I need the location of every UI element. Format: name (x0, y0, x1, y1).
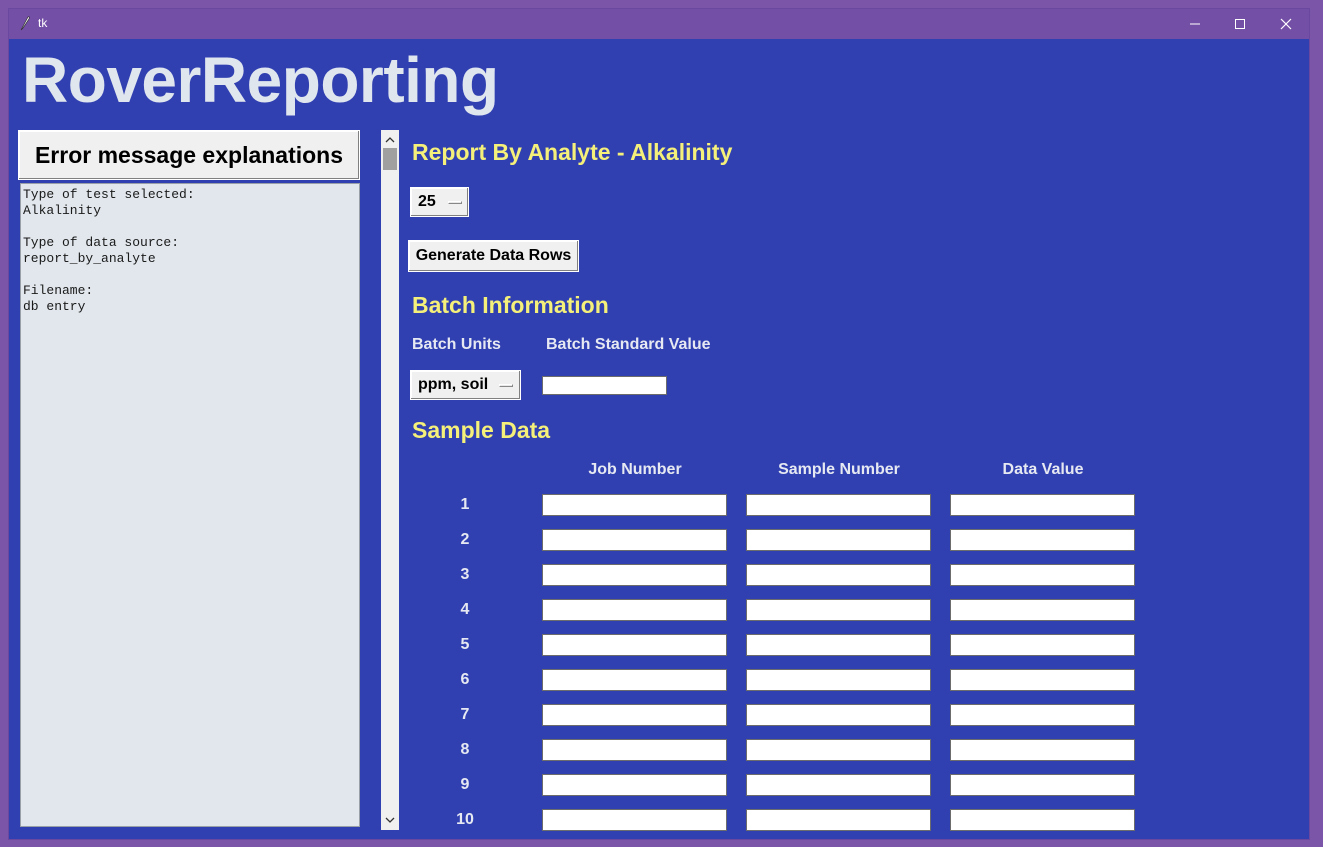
vertical-scrollbar[interactable] (381, 130, 399, 830)
row-number: 9 (460, 776, 470, 793)
sample-heading: Sample Data (412, 417, 551, 443)
scroll-down-button[interactable] (381, 812, 399, 828)
scroll-up-button[interactable] (381, 132, 399, 148)
data-value-input[interactable] (950, 774, 1135, 796)
col-data-value: Data Value (1002, 461, 1084, 478)
data-value-input[interactable] (950, 494, 1135, 516)
batch-heading: Batch Information (412, 292, 609, 318)
row-number: 4 (460, 601, 470, 618)
row-count-menu[interactable]: 25 (410, 187, 469, 217)
window-title: tk (38, 16, 48, 30)
sample-number-input[interactable] (746, 599, 931, 621)
row-number: 8 (460, 741, 470, 758)
data-value-input[interactable] (950, 529, 1135, 551)
close-icon (1280, 18, 1292, 30)
job-number-input[interactable] (542, 529, 727, 551)
feather-icon (20, 16, 30, 31)
sample-number-input[interactable] (746, 809, 931, 831)
sample-number-input[interactable] (746, 739, 931, 761)
row-number: 3 (460, 566, 470, 583)
error-explanations-button[interactable]: Error message explanations (18, 130, 360, 180)
minimize-icon (1190, 23, 1200, 25)
close-button[interactable] (1263, 9, 1309, 39)
data-value-input[interactable] (950, 669, 1135, 691)
job-number-input[interactable] (542, 739, 727, 761)
sample-number-input[interactable] (746, 669, 931, 691)
row-number: 7 (460, 706, 470, 723)
maximize-icon (1235, 19, 1245, 29)
row-number: 1 (460, 496, 470, 513)
maximize-button[interactable] (1217, 9, 1263, 39)
job-number-input[interactable] (542, 704, 727, 726)
data-value-input[interactable] (950, 739, 1135, 761)
menu-indicator-icon (448, 201, 462, 204)
sample-number-input[interactable] (746, 494, 931, 516)
job-number-input[interactable] (542, 564, 727, 586)
report-heading: Report By Analyte - Alkalinity (412, 139, 733, 165)
chevron-down-icon (385, 817, 395, 823)
chevron-up-icon (385, 137, 395, 143)
generate-rows-button[interactable]: Generate Data Rows (408, 240, 579, 272)
data-value-input[interactable] (950, 704, 1135, 726)
data-value-input[interactable] (950, 564, 1135, 586)
info-text-panel[interactable]: Type of test selected: Alkalinity Type o… (20, 183, 360, 827)
batch-units-value: ppm, soil (418, 376, 489, 393)
job-number-input[interactable] (542, 494, 727, 516)
scroll-thumb[interactable] (383, 148, 397, 170)
sample-number-input[interactable] (746, 704, 931, 726)
sample-number-input[interactable] (746, 564, 931, 586)
title-bar[interactable]: tk (9, 9, 1309, 39)
sample-number-input[interactable] (746, 529, 931, 551)
sample-number-input[interactable] (746, 774, 931, 796)
batch-standard-input[interactable] (542, 376, 667, 395)
row-number: 5 (460, 636, 470, 653)
batch-standard-label: Batch Standard Value (546, 336, 711, 353)
data-value-input[interactable] (950, 599, 1135, 621)
batch-units-menu[interactable]: ppm, soil (410, 370, 521, 400)
job-number-input[interactable] (542, 774, 727, 796)
data-value-input[interactable] (950, 809, 1135, 831)
job-number-input[interactable] (542, 669, 727, 691)
row-number: 6 (460, 671, 470, 688)
app-window: tk RoverReporting Error message explanat… (9, 9, 1309, 839)
row-number: 10 (456, 811, 474, 828)
minimize-button[interactable] (1172, 9, 1218, 39)
row-number: 2 (460, 531, 470, 548)
col-job-number: Job Number (588, 461, 682, 478)
sample-number-input[interactable] (746, 634, 931, 656)
menu-indicator-icon (499, 384, 513, 387)
batch-units-label: Batch Units (412, 336, 501, 353)
data-value-input[interactable] (950, 634, 1135, 656)
row-count-value: 25 (418, 193, 436, 210)
job-number-input[interactable] (542, 599, 727, 621)
col-sample-number: Sample Number (778, 461, 900, 478)
job-number-input[interactable] (542, 809, 727, 831)
job-number-input[interactable] (542, 634, 727, 656)
app-title: RoverReporting (22, 44, 499, 116)
